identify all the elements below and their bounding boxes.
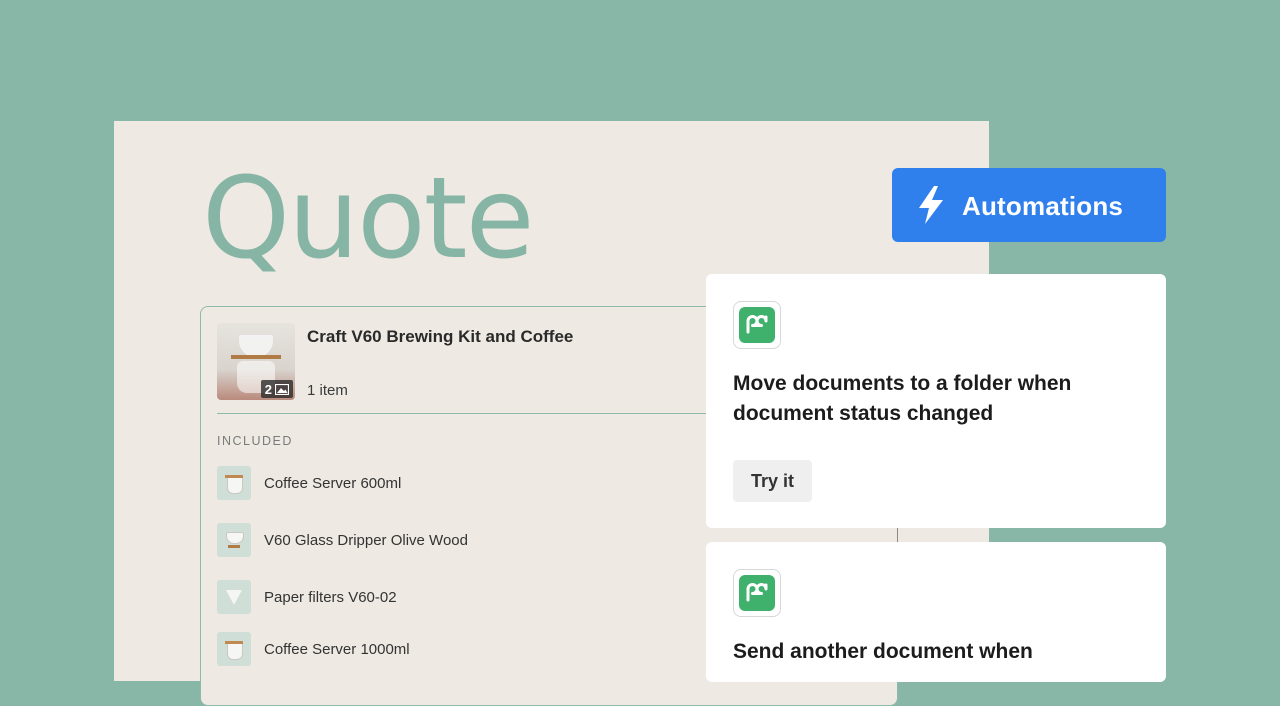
image-count-badge: 2 — [260, 380, 293, 398]
page-title: Quote — [202, 154, 534, 284]
included-item-label: V60 Glass Dripper Olive Wood — [264, 531, 468, 549]
automations-button[interactable]: Automations — [892, 168, 1166, 242]
automation-card[interactable]: Move documents to a folder when document… — [706, 274, 1166, 528]
product-image[interactable]: 2 — [217, 323, 295, 400]
pd-glyph-icon — [746, 583, 768, 602]
coffee-server-icon — [217, 466, 251, 500]
stand-shape — [231, 355, 281, 359]
dripper-shape — [239, 335, 273, 357]
included-item-label: Paper filters V60-02 — [264, 588, 397, 606]
automation-title: Move documents to a folder when document… — [733, 372, 1072, 425]
lightning-bolt-icon — [919, 186, 943, 224]
automation-title: Send another document when — [733, 640, 1033, 663]
coffee-server-icon — [217, 632, 251, 666]
included-item: V60 Glass Dripper Olive Wood — [217, 523, 468, 557]
included-item: Coffee Server 600ml — [217, 466, 401, 500]
try-it-button[interactable]: Try it — [733, 460, 812, 502]
dripper-icon — [217, 523, 251, 557]
automation-card[interactable]: Send another document when — [706, 542, 1166, 682]
included-item: Coffee Server 1000ml — [217, 632, 410, 666]
paper-filter-icon — [217, 580, 251, 614]
product-quantity: 1 item — [307, 382, 348, 399]
included-item-label: Coffee Server 600ml — [264, 474, 402, 492]
pandadoc-logo-icon — [733, 301, 781, 349]
image-icon — [275, 383, 289, 395]
pd-glyph-icon — [746, 315, 768, 334]
product-name: Craft V60 Brewing Kit and Coffee — [307, 327, 574, 346]
included-item: Paper filters V60-02 — [217, 580, 397, 614]
pandadoc-logo-icon — [733, 569, 781, 617]
included-section-label: INCLUDED — [217, 434, 293, 448]
included-item-label: Coffee Server 1000ml — [264, 640, 410, 658]
automations-button-label: Automations — [962, 191, 1124, 221]
image-count: 2 — [264, 381, 272, 397]
